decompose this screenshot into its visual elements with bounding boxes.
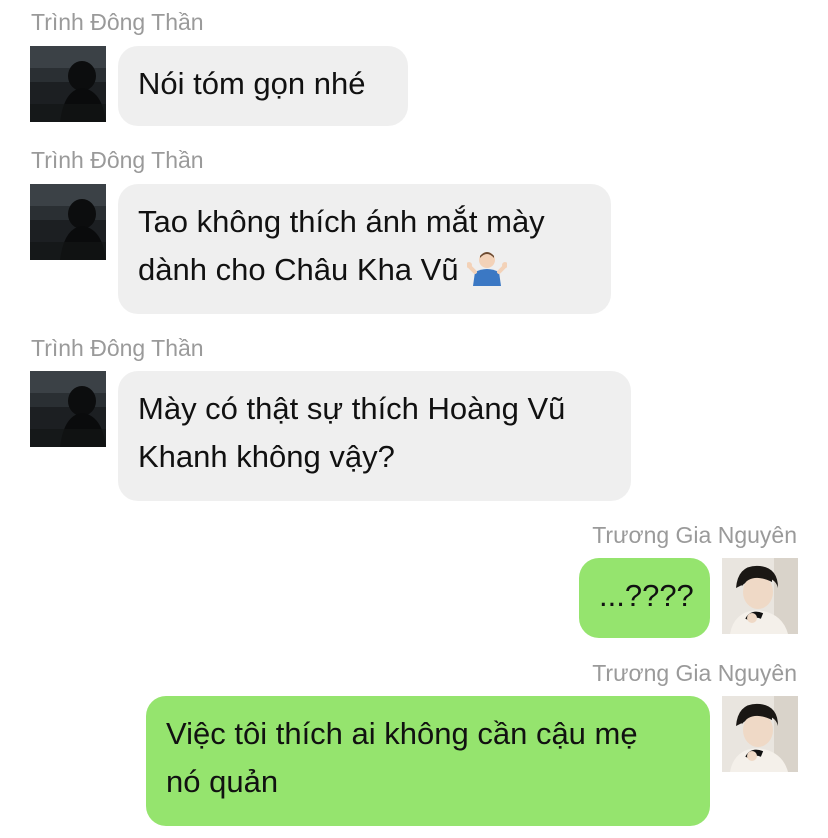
message-text-line: Mày có thật sự thích Hoàng Vũ (138, 391, 566, 426)
avatar-dark-silhouette-image (30, 371, 106, 447)
avatar[interactable] (30, 371, 106, 447)
message-bubble[interactable]: Nói tóm gọn nhé (118, 46, 408, 126)
message-text-line: nó quản (166, 764, 279, 799)
sender-name: Trương Gia Nguyên (592, 660, 797, 686)
avatar[interactable] (722, 696, 798, 772)
message-bubble[interactable]: Mày có thật sự thích Hoàng Vũ Khanh khôn… (118, 371, 631, 501)
avatar-dark-silhouette-image (30, 184, 106, 260)
avatar[interactable] (30, 46, 106, 122)
message-text: Nói tóm gọn nhé (138, 66, 366, 101)
avatar-dark-silhouette-image (30, 46, 106, 122)
person-shrugging-emoji-icon (465, 250, 508, 300)
message-bubble[interactable]: Việc tôi thích ai không cần cậu mẹ nó qu… (146, 696, 710, 826)
message-text-line: Tao không thích ánh mắt mày (138, 204, 545, 239)
message-text-line: Việc tôi thích ai không cần cậu mẹ (166, 716, 638, 751)
message-bubble[interactable]: ...???? (579, 558, 710, 638)
avatar[interactable] (722, 558, 798, 634)
sender-name: Trương Gia Nguyên (592, 522, 797, 548)
message-text-line: dành cho Châu Kha Vũ (138, 252, 459, 287)
sender-name: Trình Đông Thần (31, 335, 204, 361)
avatar[interactable] (30, 184, 106, 260)
sender-name: Trình Đông Thần (31, 147, 204, 173)
message-text: ...???? (599, 578, 694, 613)
sender-name: Trình Đông Thần (31, 9, 204, 35)
message-text-line: Khanh không vậy? (138, 439, 395, 474)
avatar-portrait-image (722, 696, 798, 772)
message-bubble[interactable]: Tao không thích ánh mắt mày dành cho Châ… (118, 184, 611, 314)
avatar-portrait-image (722, 558, 798, 634)
